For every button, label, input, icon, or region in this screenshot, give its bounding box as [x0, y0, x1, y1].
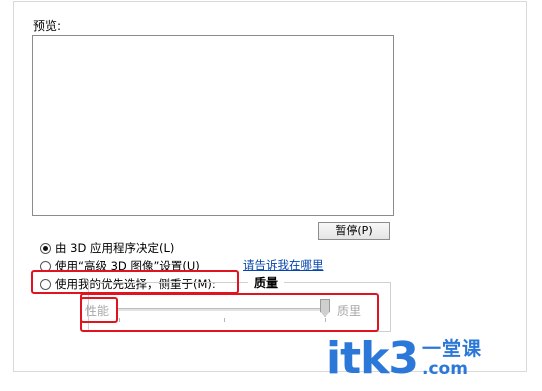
- radio-label: 由 3D 应用程序决定(L): [55, 241, 175, 255]
- preview-label: 预览:: [33, 19, 62, 33]
- watermark-domain-text: .com: [422, 359, 468, 379]
- highlight-box-performance: [80, 297, 118, 323]
- help-link[interactable]: 请告诉我在哪里: [243, 257, 324, 273]
- radio-button-icon[interactable]: [40, 242, 51, 254]
- watermark-logo: itk3 一堂课 .com: [326, 335, 482, 383]
- watermark-main-text: itk3: [326, 333, 419, 384]
- radio-app-decides[interactable]: 由 3D 应用程序决定(L): [40, 240, 174, 256]
- watermark-cn-text: 一堂课: [422, 338, 483, 360]
- highlight-box-slider: [80, 293, 379, 332]
- quality-group-title: 质量: [248, 274, 285, 291]
- pause-button[interactable]: 暂停(P): [318, 222, 390, 240]
- preview-area: [32, 35, 394, 216]
- highlight-box-option: [31, 270, 239, 294]
